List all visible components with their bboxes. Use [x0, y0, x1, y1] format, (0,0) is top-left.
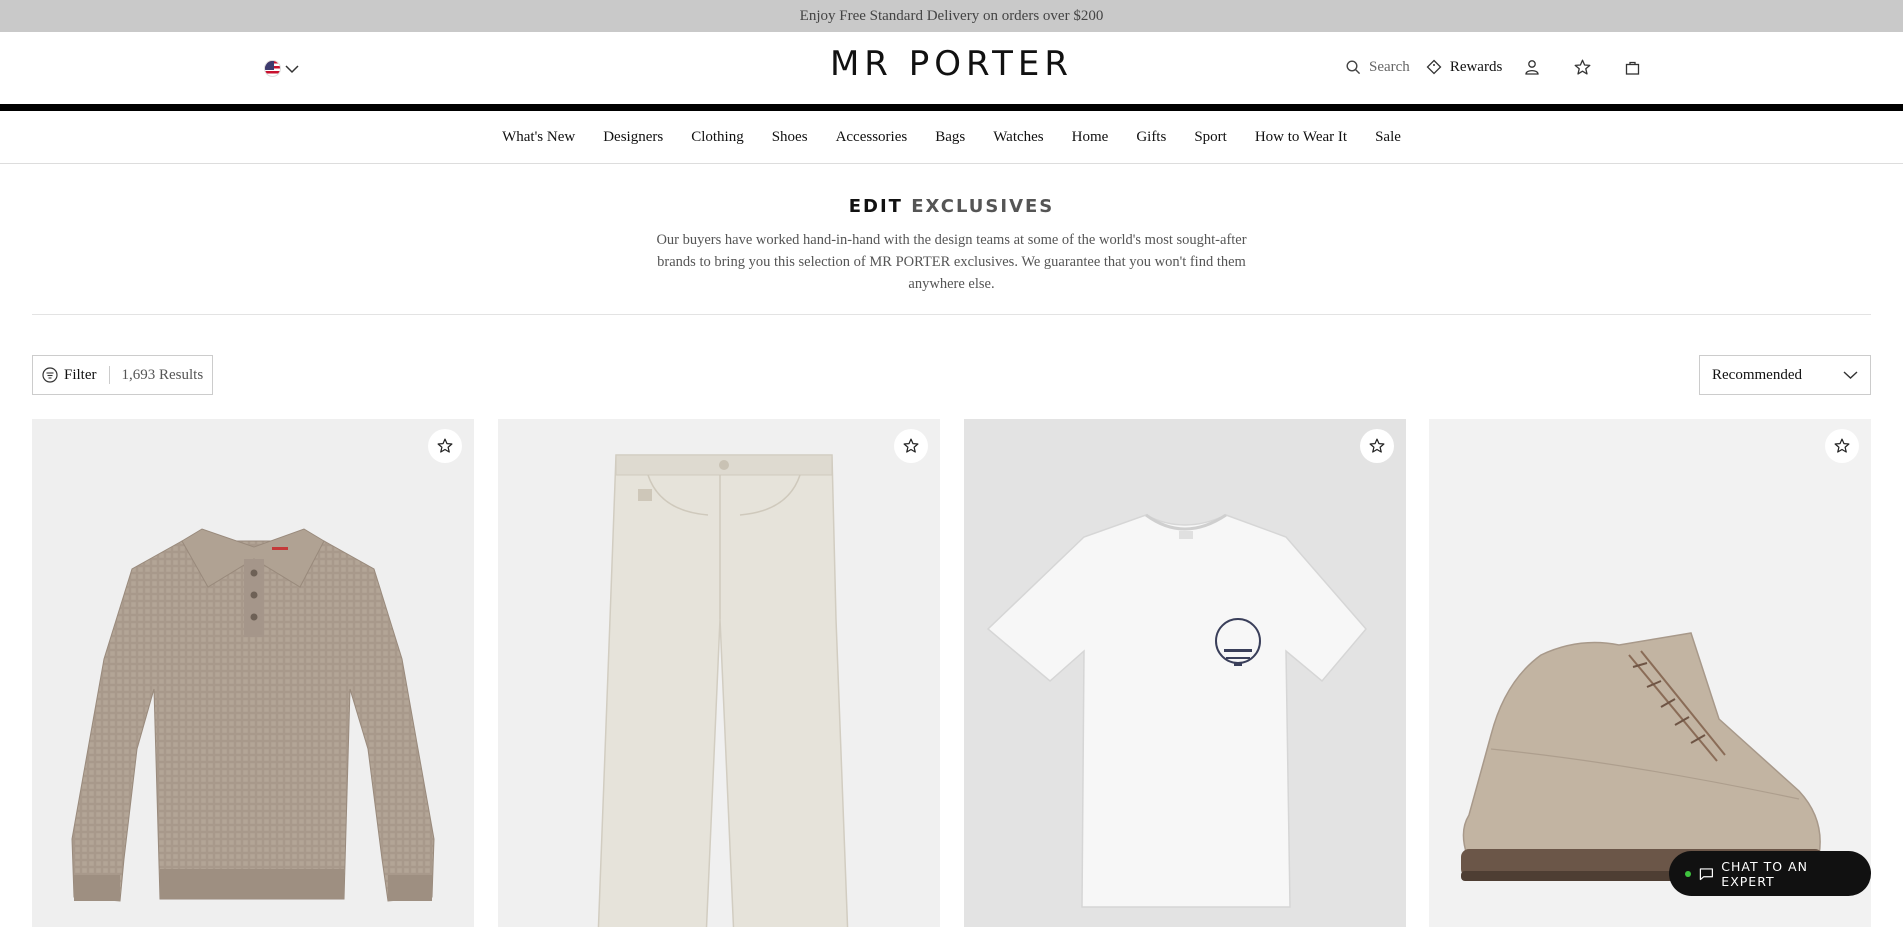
- product-image-knit-polo-sweater: [71, 528, 435, 902]
- bag-button[interactable]: [1625, 60, 1640, 75]
- wishlist-button[interactable]: [1574, 59, 1591, 76]
- wishlist-toggle[interactable]: [1360, 429, 1394, 463]
- chevron-down-icon: [285, 64, 299, 73]
- product-card[interactable]: [964, 419, 1406, 927]
- rewards-diamond-icon: [1426, 59, 1442, 75]
- us-flag-icon: [264, 60, 281, 77]
- page-title: EDIT EXCLUSIVES: [0, 196, 1903, 217]
- wishlist-toggle[interactable]: [1825, 429, 1859, 463]
- nav-item-home[interactable]: Home: [1058, 129, 1123, 146]
- filter-label: Filter: [64, 366, 97, 383]
- nav-item-clothing[interactable]: Clothing: [677, 129, 758, 146]
- wishlist-star-icon: [437, 438, 453, 453]
- page-title-light: EXCLUSIVES: [911, 196, 1055, 217]
- masthead: MR PORTER Search Rewards: [0, 32, 1903, 104]
- chat-expert-button[interactable]: CHAT TO AN EXPERT: [1669, 851, 1871, 896]
- rewards-label: Rewards: [1449, 58, 1503, 75]
- filter-icon: [42, 367, 58, 383]
- product-card[interactable]: [498, 419, 940, 927]
- filter-button[interactable]: Filter 1,693 Results: [32, 355, 214, 395]
- site-logo[interactable]: MR PORTER: [830, 44, 1073, 84]
- section-divider: [32, 314, 1871, 315]
- chat-bubble-icon: [1699, 867, 1713, 880]
- nav-item-sale[interactable]: Sale: [1361, 129, 1415, 146]
- rewards-button[interactable]: Rewards: [1426, 58, 1503, 76]
- search-icon: [1346, 59, 1361, 74]
- account-button[interactable]: [1524, 59, 1540, 75]
- nav-item-how-to-wear-it[interactable]: How to Wear It: [1241, 129, 1361, 146]
- nav-item-accessories[interactable]: Accessories: [822, 129, 922, 146]
- product-image-white-graphic-tshirt: [986, 513, 1367, 908]
- country-selector[interactable]: [264, 60, 299, 77]
- wishlist-star-icon: [903, 438, 919, 453]
- wishlist-star-icon: [1574, 59, 1591, 75]
- bag-icon: [1626, 61, 1640, 75]
- chevron-down-icon: [1843, 371, 1858, 379]
- nav-item-designers[interactable]: Designers: [589, 129, 677, 146]
- page-description: Our buyers have worked hand-in-hand with…: [656, 232, 1247, 292]
- nav-item-bags[interactable]: Bags: [921, 129, 979, 146]
- product-image-cream-jeans: [597, 454, 849, 927]
- account-icon: [1525, 60, 1539, 75]
- promo-text: Enjoy Free Standard Delivery on orders o…: [799, 8, 1104, 24]
- header-rule: [0, 104, 1903, 111]
- promo-banner: Enjoy Free Standard Delivery on orders o…: [0, 0, 1903, 32]
- chat-label: CHAT TO AN EXPERT: [1721, 858, 1808, 889]
- edit-header: EDIT EXCLUSIVES Our buyers have worked h…: [0, 196, 1903, 295]
- nav-item-gifts[interactable]: Gifts: [1122, 129, 1180, 146]
- product-card[interactable]: [32, 419, 474, 927]
- wishlist-toggle[interactable]: [894, 429, 928, 463]
- wishlist-star-icon: [1369, 438, 1385, 453]
- nav-item-watches[interactable]: Watches: [979, 129, 1057, 146]
- main-nav: What's New Designers Clothing Shoes Acce…: [0, 111, 1903, 164]
- nav-item-shoes[interactable]: Shoes: [758, 129, 822, 146]
- online-status-dot: [1685, 870, 1691, 877]
- nav-item-sport[interactable]: Sport: [1180, 129, 1241, 146]
- wishlist-star-icon: [1834, 438, 1850, 453]
- utility-nav: Search Rewards: [1346, 56, 1640, 78]
- search-button[interactable]: Search: [1346, 59, 1410, 76]
- sort-value: Recommended: [1712, 366, 1802, 383]
- sort-select[interactable]: Recommended: [1699, 355, 1871, 395]
- filter-separator: [108, 366, 110, 384]
- page-title-bold: EDIT: [848, 196, 903, 217]
- results-count: 1,693 Results: [121, 366, 204, 383]
- nav-item-whats-new[interactable]: What's New: [488, 129, 589, 146]
- wishlist-toggle[interactable]: [428, 429, 462, 463]
- search-label: Search: [1369, 58, 1410, 75]
- product-grid: [32, 419, 1871, 927]
